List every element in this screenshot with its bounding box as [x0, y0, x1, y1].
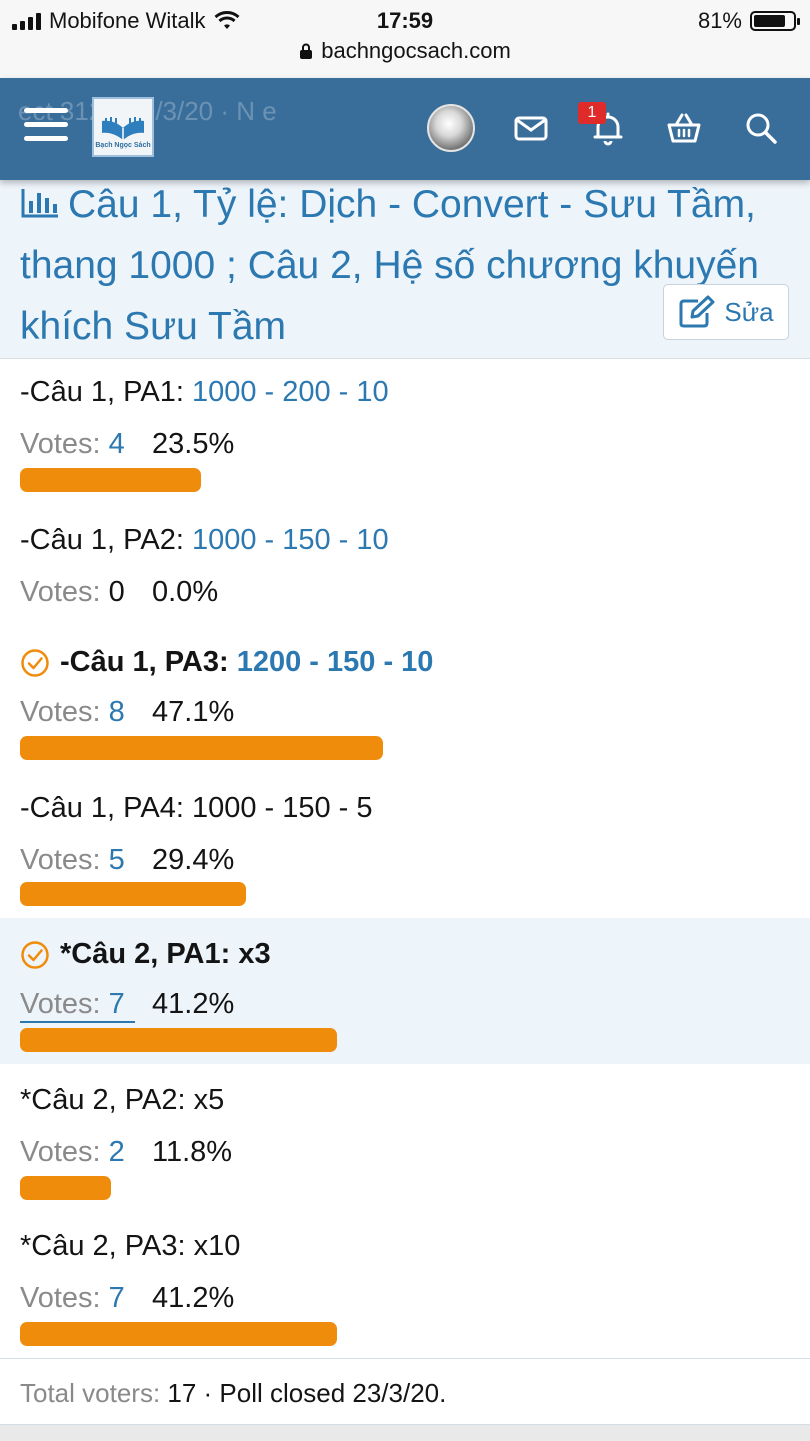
votes-percent: 47.1%: [152, 696, 235, 728]
poll-option-label: *Câu 2, PA3: x10: [20, 1230, 241, 1262]
votes-percent: 23.5%: [152, 428, 235, 460]
poll-option-label: *Câu 2, PA2: x5: [20, 1084, 225, 1116]
votes-percent: 29.4%: [152, 844, 235, 876]
poll-option: *Câu 2, PA2: x5 Votes: 2 11.8%: [0, 1064, 810, 1210]
votes-percent: 41.2%: [152, 988, 235, 1020]
clock: 17:59: [376, 8, 434, 33]
votes-percent: 11.8%: [152, 1136, 233, 1168]
poll-option: *Câu 2, PA3: x10 Votes: 7 41.2%: [0, 1210, 810, 1356]
menu-icon[interactable]: [24, 108, 68, 146]
votes-percent: 41.2%: [152, 1282, 235, 1314]
votes-count: Votes: 0: [20, 576, 125, 608]
address-bar[interactable]: bachngocsach.com: [0, 38, 810, 64]
votes-count[interactable]: Votes: 4: [20, 428, 125, 461]
vote-bar: [20, 1322, 337, 1346]
site-logo[interactable]: Bạch Ngọc Sách: [92, 97, 154, 157]
bar-chart-icon: [21, 189, 58, 218]
edit-icon: [679, 295, 715, 328]
votes-count[interactable]: Votes: 2: [20, 1136, 125, 1169]
divider: [0, 1358, 810, 1359]
poll-option: -Câu 1, PA3: 1200 - 150 - 10 Votes: 8 47.1…: [0, 626, 810, 772]
mail-icon[interactable]: [513, 110, 549, 146]
bottom-edge: [0, 1424, 810, 1441]
poll-option: -Câu 1, PA2: 1000 - 150 - 10 Votes: 0 0.0%: [0, 504, 810, 626]
battery-percent: 81%: [697, 8, 742, 33]
poll-option: -Câu 1, PA1: 1000 - 200 - 10 Votes: 4 23.5…: [0, 358, 810, 504]
lock-icon: [300, 43, 313, 59]
check-circle-icon: [21, 940, 49, 969]
poll-option: -Câu 1, PA4: 1000 - 150 - 5 Votes: 5 29.4%: [0, 772, 810, 918]
book-logo-icon: [102, 117, 144, 140]
votes-count[interactable]: Votes: 7: [20, 1282, 125, 1315]
votes-count[interactable]: Votes: 8: [20, 696, 125, 729]
avatar[interactable]: [427, 104, 475, 152]
vote-bar: [20, 468, 201, 492]
vote-bar: [20, 736, 383, 760]
edit-poll-button[interactable]: Sửa: [663, 284, 789, 340]
status-bar: Mobifone Witalk 17:59 81% bachngocsach.c…: [0, 0, 810, 78]
poll-header: Câu 1, Tỷ lệ: Dịch - Convert - Sưu Tầm, …: [0, 180, 810, 359]
poll-option-label: *Câu 2, PA1: x3: [20, 938, 271, 971]
url-text: bachngocsach.com: [321, 38, 511, 63]
poll-option: *Câu 2, PA1: x3 Votes: 7 41.2%: [0, 918, 810, 1064]
votes-count[interactable]: Votes: 5: [20, 844, 125, 877]
poll-option-label: -Câu 1, PA3: 1200 - 150 - 10: [20, 646, 433, 679]
battery-icon: [750, 11, 800, 31]
votes-percent: 0.0%: [152, 576, 219, 608]
vote-bar: [20, 1176, 111, 1200]
poll-footer: Total voters: 17 · Poll closed 23/3/20.: [20, 1378, 447, 1408]
poll-option-label: -Câu 1, PA4: 1000 - 150 - 5: [20, 792, 373, 824]
poll-option-label: -Câu 1, PA2: 1000 - 150 - 10: [20, 524, 389, 556]
vote-bar: [20, 882, 246, 906]
logo-text: Bạch Ngọc Sách: [95, 142, 151, 149]
site-header: ect 312 · 19/3/20 · N e Bạch Ngọc Sách 1: [0, 78, 810, 180]
basket-icon[interactable]: [666, 110, 702, 146]
check-circle-icon: [21, 648, 49, 677]
votes-count[interactable]: Votes: 7: [20, 988, 135, 1023]
search-icon[interactable]: [743, 110, 779, 146]
notification-badge: 1: [578, 102, 606, 124]
vote-bar: [20, 1028, 337, 1052]
poll-option-label: -Câu 1, PA1: 1000 - 200 - 10: [20, 376, 389, 408]
